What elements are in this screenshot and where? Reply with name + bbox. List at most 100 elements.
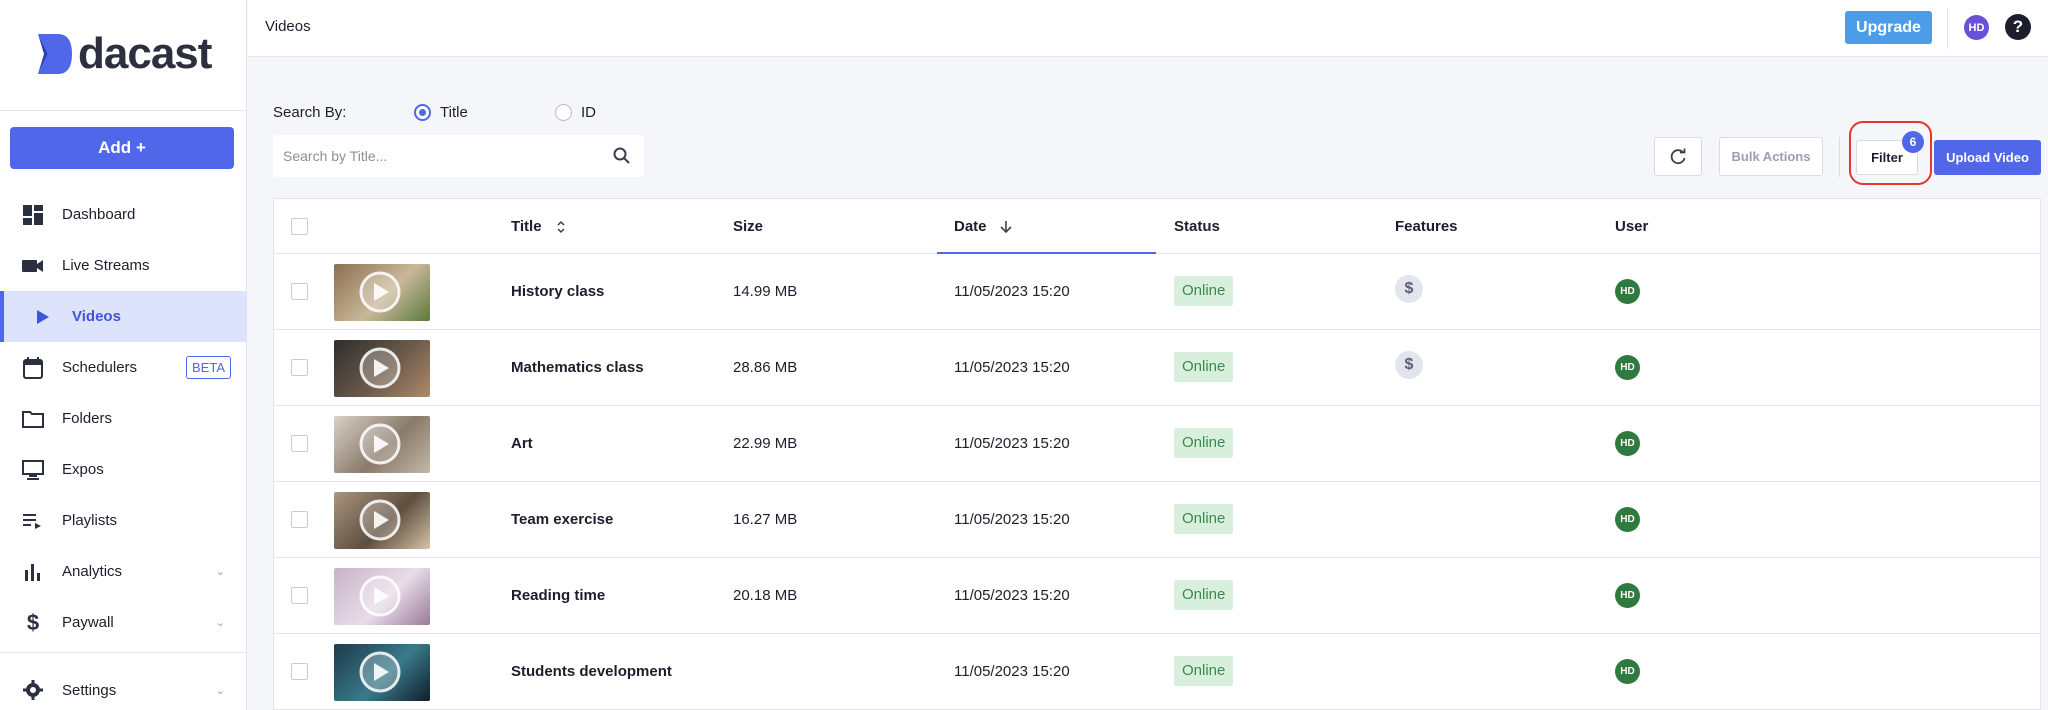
video-size: 20.18 MB [733, 587, 798, 604]
sidebar-item-label: Settings [62, 681, 117, 699]
upgrade-button[interactable]: Upgrade [1845, 11, 1932, 44]
column-features[interactable]: Features [1395, 218, 1458, 235]
radio-label: Title [440, 104, 468, 121]
refresh-button[interactable] [1654, 137, 1702, 176]
video-size: 28.86 MB [733, 359, 798, 376]
sidebar-divider [0, 652, 247, 653]
sidebar-item-folders[interactable]: Folders [0, 393, 247, 444]
video-camera-icon [21, 254, 45, 278]
user-avatar: HD [1615, 431, 1640, 456]
sidebar-item-label: Playlists [62, 512, 118, 529]
status-badge: Online [1174, 352, 1234, 382]
sidebar: dacast Add + Dashboard Live Streams Vide… [0, 0, 247, 710]
play-circle-icon [359, 423, 401, 465]
column-label: Title [511, 218, 542, 235]
column-user[interactable]: User [1615, 218, 1648, 235]
column-label: Date [954, 218, 987, 235]
radio-unselected-icon[interactable] [555, 104, 572, 121]
search-icon[interactable] [612, 146, 632, 166]
video-thumbnail[interactable] [334, 264, 430, 321]
sidebar-item-live-streams[interactable]: Live Streams [0, 240, 247, 291]
video-thumbnail[interactable] [334, 416, 430, 473]
sidebar-settings: Settings ⌄ [0, 665, 247, 710]
radio-selected-icon[interactable] [414, 104, 431, 121]
status-badge: Online [1174, 276, 1234, 306]
radio-label: ID [581, 104, 596, 121]
chevron-down-icon[interactable]: ⌄ [216, 616, 225, 629]
search-option-title[interactable]: Title [414, 104, 468, 121]
video-title[interactable]: Art [511, 435, 533, 452]
sidebar-item-settings[interactable]: Settings ⌄ [0, 665, 247, 710]
beta-badge: BETA [186, 356, 231, 379]
paywall-dollar-icon: $ [1395, 275, 1423, 303]
filter-count-badge: 6 [1902, 131, 1924, 153]
video-title[interactable]: Mathematics class [511, 359, 644, 376]
video-date: 11/05/2023 15:20 [954, 663, 1070, 680]
table-row[interactable]: Mathematics class 28.86 MB 11/05/2023 15:2… [274, 330, 2040, 406]
row-checkbox[interactable] [291, 359, 308, 376]
video-title[interactable]: Students development [511, 663, 672, 680]
sidebar-nav: Dashboard Live Streams Videos Schedulers… [0, 189, 247, 648]
sidebar-item-playlists[interactable]: Playlists [0, 495, 247, 546]
table-row[interactable]: Art 22.99 MB 11/05/2023 15:20 Online HD [274, 406, 2040, 482]
brand-name: dacast [78, 29, 212, 78]
video-title[interactable]: Reading time [511, 587, 605, 604]
row-checkbox[interactable] [291, 511, 308, 528]
user-avatar: HD [1615, 279, 1640, 304]
play-icon [31, 305, 55, 329]
sidebar-item-analytics[interactable]: Analytics ⌄ [0, 546, 247, 597]
search-option-id[interactable]: ID [555, 104, 596, 121]
table-header: Title Size Date Status Features User [274, 199, 2040, 254]
dacast-logo-icon [38, 34, 72, 74]
sidebar-item-label: Videos [72, 308, 121, 325]
table-row[interactable]: Team exercise 16.27 MB 11/05/2023 15:20 Onl… [274, 482, 2040, 558]
bulk-actions-button[interactable]: Bulk Actions [1719, 137, 1823, 176]
video-thumbnail[interactable] [334, 340, 430, 397]
table-row[interactable]: History class 14.99 MB 11/05/2023 15:20 Onl… [274, 254, 2040, 330]
sidebar-item-paywall[interactable]: $ Paywall ⌄ [0, 597, 247, 648]
search-input[interactable] [273, 135, 593, 177]
sidebar-item-expos[interactable]: Expos [0, 444, 247, 495]
row-checkbox[interactable] [291, 587, 308, 604]
select-all-checkbox[interactable] [291, 218, 308, 235]
upload-video-button[interactable]: Upload Video [1934, 140, 2041, 175]
user-avatar: HD [1615, 507, 1640, 532]
video-title[interactable]: Team exercise [511, 511, 613, 528]
calendar-icon [21, 356, 45, 380]
row-checkbox[interactable] [291, 663, 308, 680]
row-checkbox[interactable] [291, 435, 308, 452]
row-checkbox[interactable] [291, 283, 308, 300]
help-icon[interactable]: ? [2005, 14, 2031, 40]
video-thumbnail[interactable] [334, 644, 430, 701]
video-date: 11/05/2023 15:20 [954, 359, 1070, 376]
brand-logo[interactable]: dacast [34, 29, 212, 78]
sidebar-item-dashboard[interactable]: Dashboard [0, 189, 247, 240]
sidebar-item-label: Expos [62, 461, 104, 478]
column-title[interactable]: Title [511, 218, 566, 235]
video-size: 16.27 MB [733, 511, 798, 528]
play-circle-icon [359, 651, 401, 693]
top-header: Videos Upgrade HD ? [248, 0, 2048, 57]
sort-icon[interactable] [556, 219, 566, 235]
play-circle-icon [359, 575, 401, 617]
sidebar-item-label: Dashboard [62, 206, 136, 223]
user-avatar[interactable]: HD [1964, 15, 1989, 40]
sidebar-item-label: Live Streams [62, 257, 150, 274]
status-badge: Online [1174, 656, 1234, 686]
chevron-down-icon[interactable]: ⌄ [216, 565, 225, 578]
column-status[interactable]: Status [1174, 218, 1220, 235]
video-thumbnail[interactable] [334, 568, 430, 625]
sidebar-item-videos[interactable]: Videos [0, 291, 247, 342]
user-avatar: HD [1615, 583, 1640, 608]
video-title[interactable]: History class [511, 283, 604, 300]
arrow-down-icon[interactable] [999, 220, 1013, 234]
table-row[interactable]: Students development 11/05/2023 15:20 Onli… [274, 634, 2040, 710]
video-date: 11/05/2023 15:20 [954, 435, 1070, 452]
chevron-down-icon[interactable]: ⌄ [216, 684, 225, 697]
video-thumbnail[interactable] [334, 492, 430, 549]
column-size[interactable]: Size [733, 218, 763, 235]
column-date[interactable]: Date [954, 218, 1013, 235]
table-row[interactable]: Reading time 20.18 MB 11/05/2023 15:20 Onli… [274, 558, 2040, 634]
sidebar-item-schedulers[interactable]: Schedulers BETA [0, 342, 247, 393]
add-button[interactable]: Add + [10, 127, 234, 169]
